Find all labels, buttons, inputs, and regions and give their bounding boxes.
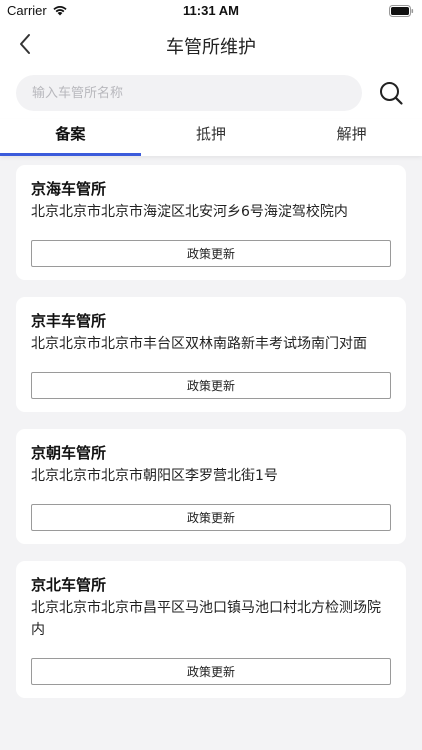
office-address: 北京北京市北京市丰台区双林南路新丰考试场南门对面 — [31, 336, 367, 352]
tab-release[interactable]: 解押 — [281, 119, 422, 156]
tab-mortgage[interactable]: 抵押 — [141, 119, 282, 156]
office-name: 京朝车管所 — [31, 444, 107, 462]
office-address: 北京北京市北京市海淀区北安河乡6号海淀驾校院内 — [31, 204, 348, 220]
policy-update-button[interactable]: 政策更新 — [31, 504, 391, 531]
office-name: 京海车管所 — [31, 180, 107, 198]
office-card: 京海车管所 北京北京市北京市海淀区北安河乡6号海淀驾校院内 政策更新 — [16, 165, 406, 280]
office-address: 北京北京市北京市昌平区马池口镇马池口村北方检测场院内 — [31, 600, 381, 638]
office-card: 京朝车管所 北京北京市北京市朝阳区李罗营北街1号 政策更新 — [16, 429, 406, 544]
search-icon[interactable] — [378, 80, 404, 106]
office-address: 北京北京市北京市朝阳区李罗营北街1号 — [31, 468, 278, 484]
page-title: 车管所维护 — [166, 37, 256, 58]
nav-bar: 车管所维护 — [0, 22, 422, 67]
office-name: 京北车管所 — [31, 576, 107, 594]
office-name: 京丰车管所 — [31, 312, 107, 330]
policy-update-button[interactable]: 政策更新 — [31, 240, 391, 267]
office-list: 京海车管所 北京北京市北京市海淀区北安河乡6号海淀驾校院内 政策更新 京丰车管所… — [0, 156, 422, 698]
search-input[interactable] — [16, 75, 362, 111]
battery-icon — [389, 5, 414, 17]
tab-bar: 备案 抵押 解押 — [0, 119, 422, 156]
office-card: 京丰车管所 北京北京市北京市丰台区双林南路新丰考试场南门对面 政策更新 — [16, 297, 406, 412]
office-card: 京北车管所 北京北京市北京市昌平区马池口镇马池口村北方检测场院内 政策更新 — [16, 561, 406, 698]
policy-update-button[interactable]: 政策更新 — [31, 372, 391, 399]
status-time: 11:31 AM — [183, 3, 239, 18]
status-bar: Carrier 11:31 AM — [0, 0, 422, 22]
policy-update-button[interactable]: 政策更新 — [31, 658, 391, 685]
tab-filing[interactable]: 备案 — [0, 119, 141, 156]
search-row — [0, 67, 422, 119]
